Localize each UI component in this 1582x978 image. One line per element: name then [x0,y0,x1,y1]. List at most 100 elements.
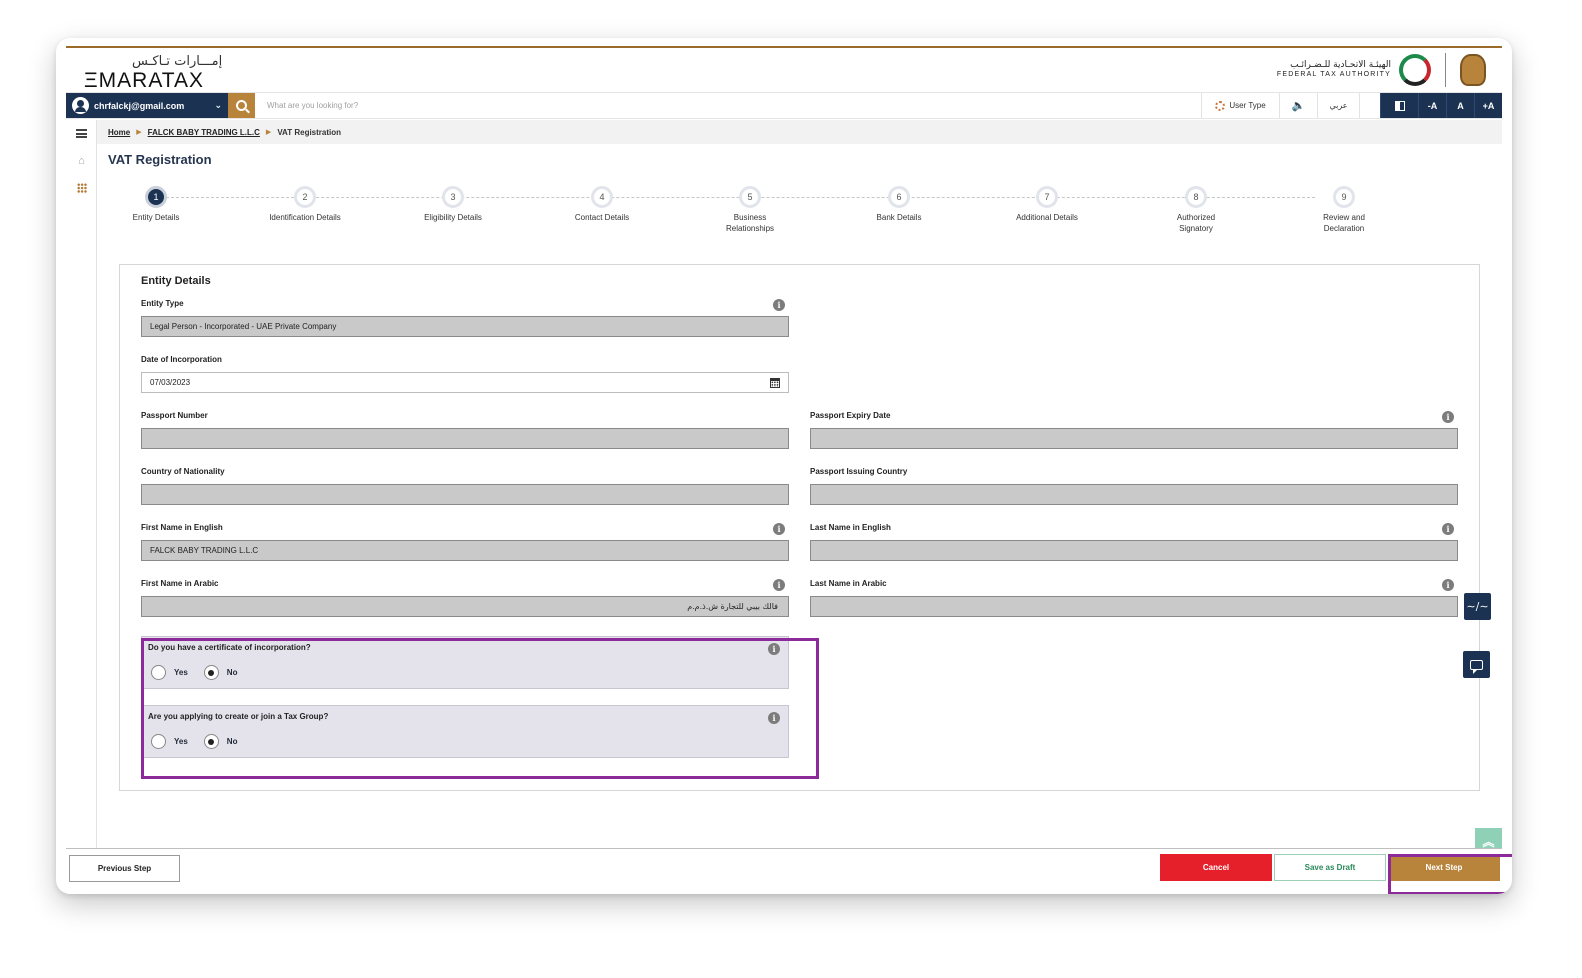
font-decrease-button[interactable]: -A [1418,93,1446,118]
step-contact-details[interactable]: 4 Contact Details [552,185,652,224]
registration-stepper: 1 Entity Details 2 Identification Detail… [122,185,1365,245]
step-review-declaration[interactable]: 9 Review and Declaration [1294,185,1394,235]
step-number: 1 [145,186,167,208]
user-email: chrfalckj@gmail.com [94,100,185,111]
step-additional-details[interactable]: 7 Additional Details [997,185,1097,224]
step-number: 3 [442,186,464,208]
search-input[interactable] [255,93,1201,118]
calendar-icon[interactable] [770,378,780,388]
info-icon[interactable]: i [1442,411,1454,423]
step-label: Contact Details [574,213,630,222]
logo-divider [1445,53,1446,87]
fta-logo: الهيئـة الاتحـادية للـضـرائـب FEDERAL TA… [1277,52,1486,88]
step-label: Authorized Signatory [1176,213,1216,233]
signature-button[interactable]: ∼∕∼ [1464,593,1491,620]
step-number: 7 [1036,186,1058,208]
user-type-label: User Type [1229,101,1266,110]
questions-highlight-box [141,638,819,779]
breadcrumb: Home ▶ FALCK BABY TRADING L.L.C ▶ VAT Re… [97,120,1502,144]
search-button[interactable] [228,93,255,118]
first-name-en-label: First Name in English [141,523,223,532]
page-title: VAT Registration [108,152,212,167]
language-toggle[interactable]: عربي [1317,93,1359,118]
user-type-button[interactable]: User Type [1201,93,1279,118]
date-of-incorporation-field[interactable]: 07/03/2023 [141,372,789,393]
step-bank-details[interactable]: 6 Bank Details [849,185,949,224]
step-label: Review and Declaration [1323,213,1365,233]
home-icon: ⌂ [78,154,85,167]
step-business-relationships[interactable]: 5 Business Relationships [700,185,800,235]
step-authorized-signatory[interactable]: 8 Authorized Signatory [1146,185,1246,235]
breadcrumb-company-link[interactable]: FALCK BABY TRADING L.L.C [148,128,260,137]
breadcrumb-home-link[interactable]: Home [108,128,130,137]
step-entity-details[interactable]: 1 Entity Details [106,185,206,224]
info-icon[interactable]: i [1442,523,1454,535]
fta-arabic-name: الهيئـة الاتحـادية للـضـرائـب [1290,60,1391,71]
logo-english-text: ΞMARATAX [84,69,205,92]
step-number: 8 [1185,186,1207,208]
fta-emblem-icon [1399,54,1431,86]
text-to-speech-button[interactable]: 🔈 [1279,93,1317,118]
step-number: 5 [739,186,761,208]
step-label: Identification Details [269,213,341,222]
entity-type-label: Entity Type [141,299,184,308]
save-draft-button[interactable]: Save as Draft [1274,854,1386,881]
top-toolbar: chrfalckj@gmail.com ⌄ User Type 🔈 عربي -… [66,92,1502,119]
grid-icon [76,182,87,193]
last-name-ar-field [810,596,1458,617]
section-title: Entity Details [141,275,211,287]
date-value: 07/03/2023 [150,378,191,387]
step-label: Business Relationships [725,213,775,233]
font-increase-button[interactable]: +A [1474,93,1502,118]
passport-expiry-field [810,428,1458,449]
contrast-toggle[interactable] [1380,93,1418,118]
sidebar-item-apps[interactable] [66,174,97,201]
logo-arabic-text: إمـــارات تـاكـس [132,54,223,69]
step-number: 9 [1333,186,1355,208]
fta-text: الهيئـة الاتحـادية للـضـرائـب FEDERAL TA… [1277,60,1391,79]
font-reset-button[interactable]: A [1446,93,1474,118]
info-icon[interactable]: i [773,299,785,311]
passport-issuing-country-label: Passport Issuing Country [810,467,908,476]
breadcrumb-current: VAT Registration [277,127,342,137]
country-nationality-label: Country of Nationality [141,467,225,476]
chevron-down-icon: ⌄ [214,100,222,110]
cancel-button[interactable]: Cancel [1160,854,1272,881]
speaker-icon: 🔈 [1291,100,1306,112]
arabic-language-label: عربي [1329,101,1348,110]
step-eligibility-details[interactable]: 3 Eligibility Details [403,185,503,224]
user-account-dropdown[interactable]: chrfalckj@gmail.com ⌄ [66,93,228,118]
step-number: 4 [591,186,613,208]
step-label: Bank Details [876,213,922,222]
step-label: Entity Details [132,213,180,222]
passport-expiry-label: Passport Expiry Date [810,411,891,420]
last-name-en-label: Last Name in English [810,523,891,532]
form-footer: Previous Step Cancel Save as Draft Next … [66,848,1502,894]
breadcrumb-separator-icon: ▶ [265,129,272,136]
country-nationality-field [141,484,789,505]
spacer [1359,93,1380,118]
previous-step-button[interactable]: Previous Step [69,855,180,882]
entity-type-field: Legal Person - Incorporated - UAE Privat… [141,316,789,337]
gear-icon [1215,100,1226,111]
signature-icon: ∼∕∼ [1466,600,1489,613]
sidebar: ⌂ [66,120,97,848]
app-frame: إمـــارات تـاكـس ΞMARATAX الهيئـة الاتحـ… [66,48,1512,894]
step-number: 6 [888,186,910,208]
step-label: Additional Details [1016,213,1078,222]
info-icon[interactable]: i [773,523,785,535]
first-name-ar-field: فالك بيبي للتجارة ش.ذ.م.م [141,596,789,617]
passport-issuing-country-field [810,484,1458,505]
first-name-ar-label: First Name in Arabic [141,579,219,588]
info-icon[interactable]: i [773,579,785,591]
info-icon[interactable]: i [1442,579,1454,591]
sidebar-item-home[interactable]: ⌂ [66,147,97,174]
chat-button[interactable] [1463,651,1490,678]
last-name-ar-label: Last Name in Arabic [810,579,887,588]
search-icon [236,100,247,111]
step-identification-details[interactable]: 2 Identification Details [255,185,355,224]
step-number: 2 [294,186,316,208]
passport-number-label: Passport Number [141,411,208,420]
menu-toggle-button[interactable] [66,120,97,147]
passport-number-field [141,428,789,449]
